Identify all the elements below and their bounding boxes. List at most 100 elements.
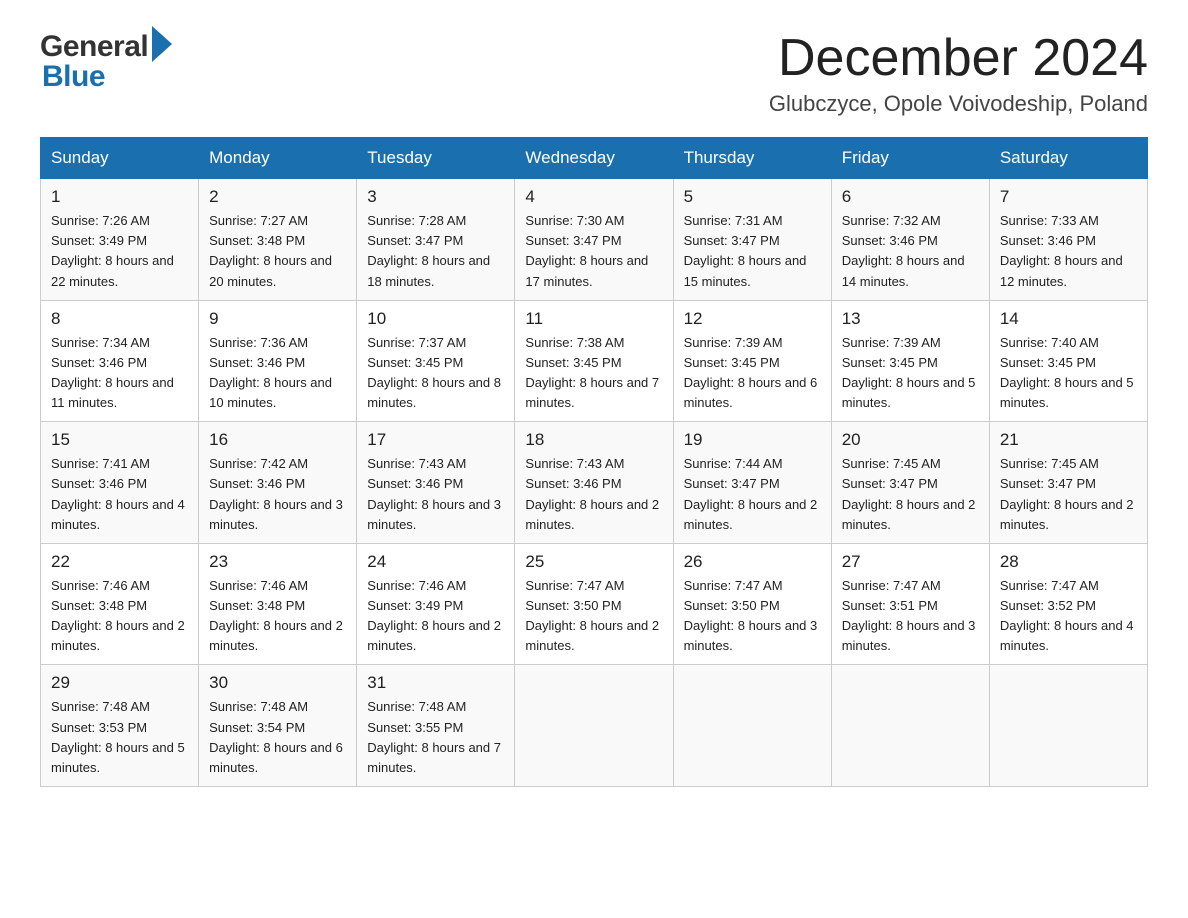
day-number: 10	[367, 309, 504, 329]
day-number: 24	[367, 552, 504, 572]
calendar-day-cell: 2 Sunrise: 7:27 AMSunset: 3:48 PMDaylight…	[199, 179, 357, 301]
calendar-day-cell: 17Sunrise: 7:43 AMSunset: 3:46 PMDayligh…	[357, 422, 515, 544]
header-col-friday: Friday	[831, 138, 989, 179]
day-info: Sunrise: 7:48 AMSunset: 3:54 PMDaylight:…	[209, 697, 346, 778]
day-info: Sunrise: 7:30 AMSunset: 3:47 PMDaylight:…	[525, 211, 662, 292]
day-info: Sunrise: 7:43 AMSunset: 3:46 PMDaylight:…	[525, 454, 662, 535]
calendar-day-cell: 8 Sunrise: 7:34 AMSunset: 3:46 PMDaylight…	[41, 300, 199, 422]
day-number: 6	[842, 187, 979, 207]
day-info: Sunrise: 7:47 AMSunset: 3:51 PMDaylight:…	[842, 576, 979, 657]
header-col-sunday: Sunday	[41, 138, 199, 179]
day-info: Sunrise: 7:41 AMSunset: 3:46 PMDaylight:…	[51, 454, 188, 535]
header-col-thursday: Thursday	[673, 138, 831, 179]
calendar-day-cell: 27 Sunrise: 7:47 AMSunset: 3:51 PMDayligh…	[831, 543, 989, 665]
calendar-day-cell: 19 Sunrise: 7:44 AMSunset: 3:47 PMDayligh…	[673, 422, 831, 544]
day-info: Sunrise: 7:47 AMSunset: 3:52 PMDaylight:…	[1000, 576, 1137, 657]
day-info: Sunrise: 7:34 AMSunset: 3:46 PMDaylight:…	[51, 333, 188, 414]
calendar-day-cell: 6 Sunrise: 7:32 AMSunset: 3:46 PMDaylight…	[831, 179, 989, 301]
header-col-tuesday: Tuesday	[357, 138, 515, 179]
header-col-wednesday: Wednesday	[515, 138, 673, 179]
day-number: 31	[367, 673, 504, 693]
day-number: 30	[209, 673, 346, 693]
day-number: 29	[51, 673, 188, 693]
day-info: Sunrise: 7:48 AMSunset: 3:53 PMDaylight:…	[51, 697, 188, 778]
calendar-day-cell: 18 Sunrise: 7:43 AMSunset: 3:46 PMDayligh…	[515, 422, 673, 544]
day-number: 9	[209, 309, 346, 329]
day-number: 2	[209, 187, 346, 207]
calendar-day-cell	[831, 665, 989, 787]
logo-arrow-icon	[152, 26, 172, 62]
day-number: 12	[684, 309, 821, 329]
header-col-monday: Monday	[199, 138, 357, 179]
day-number: 3	[367, 187, 504, 207]
calendar-week-row: 22Sunrise: 7:46 AMSunset: 3:48 PMDayligh…	[41, 543, 1148, 665]
day-info: Sunrise: 7:36 AMSunset: 3:46 PMDaylight:…	[209, 333, 346, 414]
day-info: Sunrise: 7:32 AMSunset: 3:46 PMDaylight:…	[842, 211, 979, 292]
day-number: 18	[525, 430, 662, 450]
calendar-day-cell: 11 Sunrise: 7:38 AMSunset: 3:45 PMDayligh…	[515, 300, 673, 422]
calendar-day-cell: 10 Sunrise: 7:37 AMSunset: 3:45 PMDayligh…	[357, 300, 515, 422]
day-info: Sunrise: 7:46 AMSunset: 3:48 PMDaylight:…	[209, 576, 346, 657]
calendar-day-cell: 29 Sunrise: 7:48 AMSunset: 3:53 PMDayligh…	[41, 665, 199, 787]
header-col-saturday: Saturday	[989, 138, 1147, 179]
day-info: Sunrise: 7:38 AMSunset: 3:45 PMDaylight:…	[525, 333, 662, 414]
day-info: Sunrise: 7:37 AMSunset: 3:45 PMDaylight:…	[367, 333, 504, 414]
day-number: 8	[51, 309, 188, 329]
day-number: 13	[842, 309, 979, 329]
calendar-day-cell: 7 Sunrise: 7:33 AMSunset: 3:46 PMDaylight…	[989, 179, 1147, 301]
day-info: Sunrise: 7:44 AMSunset: 3:47 PMDaylight:…	[684, 454, 821, 535]
calendar-day-cell: 23 Sunrise: 7:46 AMSunset: 3:48 PMDayligh…	[199, 543, 357, 665]
day-info: Sunrise: 7:45 AMSunset: 3:47 PMDaylight:…	[842, 454, 979, 535]
month-title: December 2024	[769, 30, 1148, 87]
day-info: Sunrise: 7:40 AMSunset: 3:45 PMDaylight:…	[1000, 333, 1137, 414]
day-number: 25	[525, 552, 662, 572]
calendar-day-cell: 31Sunrise: 7:48 AMSunset: 3:55 PMDayligh…	[357, 665, 515, 787]
logo: General Blue	[40, 30, 172, 94]
location-subtitle: Glubczyce, Opole Voivodeship, Poland	[769, 91, 1148, 117]
day-info: Sunrise: 7:27 AMSunset: 3:48 PMDaylight:…	[209, 211, 346, 292]
day-info: Sunrise: 7:47 AMSunset: 3:50 PMDaylight:…	[684, 576, 821, 657]
day-number: 7	[1000, 187, 1137, 207]
day-number: 15	[51, 430, 188, 450]
calendar-week-row: 15 Sunrise: 7:41 AMSunset: 3:46 PMDayligh…	[41, 422, 1148, 544]
calendar-header-row: SundayMondayTuesdayWednesdayThursdayFrid…	[41, 138, 1148, 179]
day-number: 1	[51, 187, 188, 207]
day-info: Sunrise: 7:39 AMSunset: 3:45 PMDaylight:…	[842, 333, 979, 414]
calendar-day-cell: 1 Sunrise: 7:26 AMSunset: 3:49 PMDaylight…	[41, 179, 199, 301]
calendar-table: SundayMondayTuesdayWednesdayThursdayFrid…	[40, 137, 1148, 787]
day-info: Sunrise: 7:39 AMSunset: 3:45 PMDaylight:…	[684, 333, 821, 414]
calendar-day-cell: 20 Sunrise: 7:45 AMSunset: 3:47 PMDayligh…	[831, 422, 989, 544]
day-number: 11	[525, 309, 662, 329]
calendar-day-cell: 30 Sunrise: 7:48 AMSunset: 3:54 PMDayligh…	[199, 665, 357, 787]
calendar-day-cell: 16Sunrise: 7:42 AMSunset: 3:46 PMDayligh…	[199, 422, 357, 544]
day-info: Sunrise: 7:47 AMSunset: 3:50 PMDaylight:…	[525, 576, 662, 657]
calendar-day-cell: 3Sunrise: 7:28 AMSunset: 3:47 PMDaylight…	[357, 179, 515, 301]
calendar-day-cell	[673, 665, 831, 787]
day-number: 28	[1000, 552, 1137, 572]
calendar-week-row: 29 Sunrise: 7:48 AMSunset: 3:53 PMDayligh…	[41, 665, 1148, 787]
day-info: Sunrise: 7:46 AMSunset: 3:48 PMDaylight:…	[51, 576, 188, 657]
day-number: 27	[842, 552, 979, 572]
calendar-day-cell: 15 Sunrise: 7:41 AMSunset: 3:46 PMDayligh…	[41, 422, 199, 544]
day-info: Sunrise: 7:26 AMSunset: 3:49 PMDaylight:…	[51, 211, 188, 292]
day-number: 4	[525, 187, 662, 207]
calendar-day-cell: 28 Sunrise: 7:47 AMSunset: 3:52 PMDayligh…	[989, 543, 1147, 665]
calendar-week-row: 8 Sunrise: 7:34 AMSunset: 3:46 PMDaylight…	[41, 300, 1148, 422]
day-number: 19	[684, 430, 821, 450]
calendar-day-cell	[989, 665, 1147, 787]
calendar-day-cell: 5Sunrise: 7:31 AMSunset: 3:47 PMDaylight…	[673, 179, 831, 301]
logo-general-text: General	[40, 30, 148, 64]
calendar-day-cell	[515, 665, 673, 787]
calendar-day-cell: 26 Sunrise: 7:47 AMSunset: 3:50 PMDayligh…	[673, 543, 831, 665]
day-info: Sunrise: 7:33 AMSunset: 3:46 PMDaylight:…	[1000, 211, 1137, 292]
day-number: 20	[842, 430, 979, 450]
day-number: 26	[684, 552, 821, 572]
day-info: Sunrise: 7:46 AMSunset: 3:49 PMDaylight:…	[367, 576, 504, 657]
calendar-day-cell: 14Sunrise: 7:40 AMSunset: 3:45 PMDayligh…	[989, 300, 1147, 422]
day-info: Sunrise: 7:43 AMSunset: 3:46 PMDaylight:…	[367, 454, 504, 535]
calendar-day-cell: 24 Sunrise: 7:46 AMSunset: 3:49 PMDayligh…	[357, 543, 515, 665]
day-number: 23	[209, 552, 346, 572]
calendar-day-cell: 13 Sunrise: 7:39 AMSunset: 3:45 PMDayligh…	[831, 300, 989, 422]
calendar-day-cell: 22Sunrise: 7:46 AMSunset: 3:48 PMDayligh…	[41, 543, 199, 665]
calendar-day-cell: 12 Sunrise: 7:39 AMSunset: 3:45 PMDayligh…	[673, 300, 831, 422]
